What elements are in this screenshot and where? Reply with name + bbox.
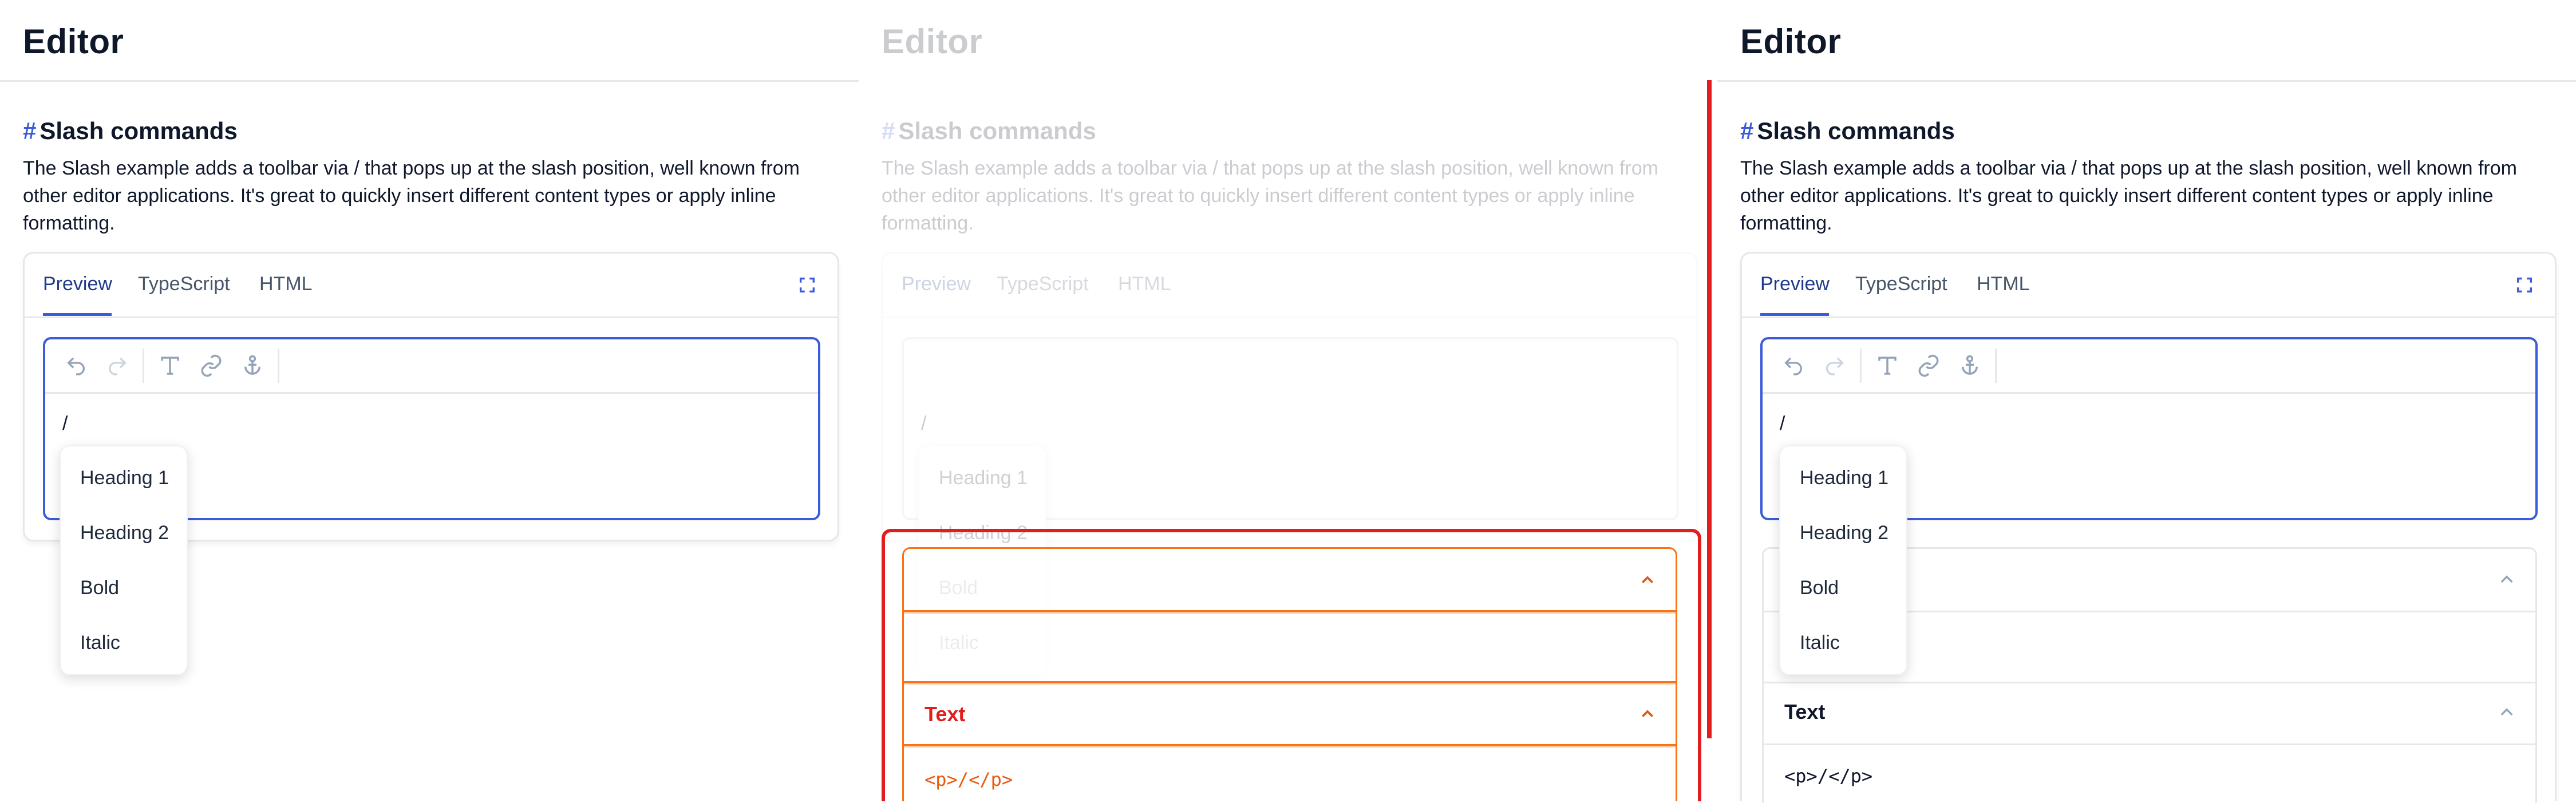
app-title: Editor — [23, 22, 124, 61]
slash-menu-item[interactable]: Bold — [80, 577, 119, 599]
text-format-icon[interactable] — [1871, 350, 1903, 382]
slash-menu-item[interactable]: Bold — [1800, 577, 1839, 599]
toolbar-separator — [1860, 349, 1862, 383]
section-title: # Slash commands — [1740, 117, 1955, 145]
accordion-body-text: <p>/</p> — [1764, 743, 2535, 803]
section-description: The Slash example adds a toolbar via / t… — [23, 157, 800, 234]
accordion-row-text[interactable]: Text — [1764, 682, 2535, 745]
redo-icon[interactable] — [1819, 350, 1851, 382]
active-tab-indicator — [43, 313, 112, 316]
expand-icon[interactable] — [797, 275, 817, 295]
expand-icon[interactable] — [2515, 275, 2534, 295]
slash-menu-item[interactable]: Heading 2 — [80, 522, 169, 544]
toolbar-separator — [278, 349, 279, 383]
hash-link[interactable]: # — [23, 117, 36, 144]
editor-content[interactable]: / — [62, 413, 68, 435]
slash-menu-item[interactable]: Italic — [80, 632, 120, 654]
tab-bar: Preview TypeScript HTML — [1742, 254, 2555, 318]
highlight-divider — [1707, 80, 1712, 738]
undo-icon[interactable] — [60, 350, 92, 382]
toolbar-separator — [1995, 349, 1997, 383]
app-title: Editor — [882, 22, 983, 61]
hash-link[interactable]: # — [882, 117, 895, 144]
app-title: Editor — [1740, 22, 1842, 61]
tab-html[interactable]: HTML — [259, 273, 313, 295]
panel-transition: Editor # Slash commands The Slash example… — [859, 0, 1717, 801]
header-divider — [0, 80, 859, 82]
link-icon[interactable] — [195, 350, 227, 382]
editor-toolbar — [45, 339, 818, 394]
chevron-up-icon[interactable] — [2498, 703, 2516, 722]
redo-icon[interactable] — [101, 350, 133, 382]
text-section-title: Text — [924, 702, 966, 726]
section-title-text: Slash commands — [39, 117, 238, 144]
tab-bar: Preview TypeScript HTML — [883, 254, 1696, 318]
section-description: The Slash example adds a toolbar via / t… — [1740, 157, 2517, 234]
tab-preview[interactable]: Preview — [902, 273, 971, 295]
slash-menu: Heading 1 Heading 2 Bold Italic — [1779, 445, 1907, 675]
section-title: # Slash commands — [882, 117, 1096, 145]
editor-content[interactable]: / — [921, 413, 926, 435]
text-section-code: <p>/</p> — [1784, 765, 1873, 787]
slash-menu-item[interactable]: Heading 1 — [1800, 467, 1888, 489]
section-title-text: Slash commands — [898, 117, 1096, 144]
tab-typescript[interactable]: TypeScript — [138, 273, 230, 295]
tab-html[interactable]: HTML — [1118, 273, 1171, 295]
highlight-row — [902, 610, 1677, 685]
text-format-icon[interactable] — [154, 350, 186, 382]
panel-original: Editor # Slash commands The Slash example… — [0, 0, 859, 801]
slash-menu: Heading 1 Heading 2 Bold Italic — [60, 445, 188, 675]
anchor-icon[interactable] — [1954, 350, 1986, 382]
section-title-text: Slash commands — [1757, 117, 1955, 144]
slash-menu-item[interactable]: Heading 1 — [80, 467, 169, 489]
slash-menu-item[interactable]: Italic — [1800, 632, 1840, 654]
highlight-row — [902, 547, 1677, 614]
tab-preview[interactable]: Preview — [43, 273, 112, 295]
editor-toolbar — [1763, 339, 2535, 394]
anchor-icon[interactable] — [236, 350, 268, 382]
section-description: The Slash example adds a toolbar via / t… — [882, 157, 1658, 234]
highlight-row: <p>/</p> — [902, 744, 1677, 801]
slash-menu-item[interactable]: Heading 1 — [939, 467, 1028, 489]
editor-content[interactable]: / — [1780, 413, 1785, 435]
tab-typescript[interactable]: TypeScript — [1855, 273, 1947, 295]
header-divider — [1717, 80, 2576, 82]
active-tab-indicator — [1760, 313, 1829, 316]
slash-menu-item[interactable]: Heading 2 — [1800, 522, 1888, 544]
tab-bar: Preview TypeScript HTML — [25, 254, 837, 318]
section-title: # Slash commands — [23, 117, 238, 145]
hash-link[interactable]: # — [1740, 117, 1753, 144]
undo-icon[interactable] — [1777, 350, 1809, 382]
text-section-title: Text — [1784, 700, 1826, 723]
text-section-code: <p>/</p> — [924, 769, 1013, 790]
tab-typescript[interactable]: TypeScript — [997, 273, 1089, 295]
chevron-up-icon[interactable] — [2498, 571, 2516, 589]
tab-html[interactable]: HTML — [1977, 273, 2030, 295]
toolbar-separator — [143, 349, 144, 383]
tab-preview[interactable]: Preview — [1760, 273, 1830, 295]
highlight-row: Text — [902, 681, 1677, 747]
link-icon[interactable] — [1913, 350, 1945, 382]
